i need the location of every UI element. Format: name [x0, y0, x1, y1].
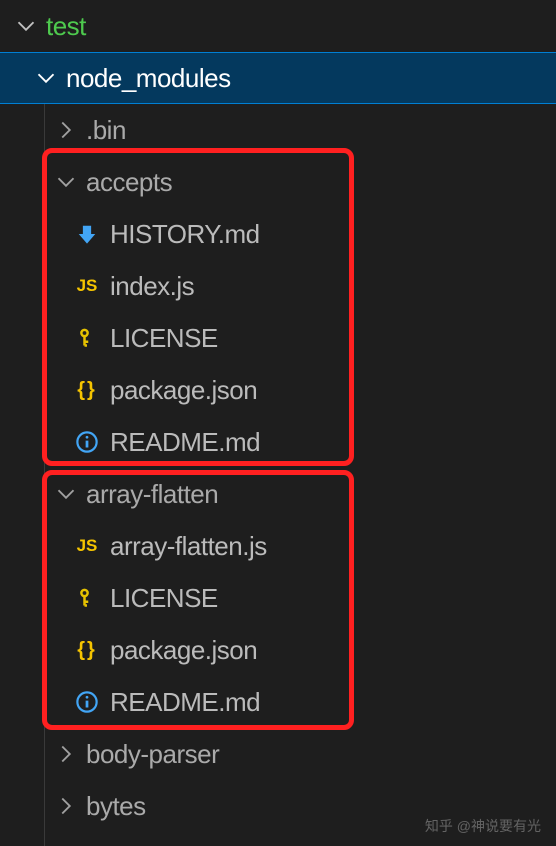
js-icon: JS [76, 535, 98, 557]
chevron-down-icon [16, 16, 36, 36]
key-icon [76, 327, 98, 349]
folder-label: .bin [86, 115, 126, 146]
file-label: package.json [110, 635, 257, 666]
folder-row-bin[interactable]: .bin [0, 104, 556, 156]
folder-label: test [46, 11, 86, 42]
file-row-array-flatten-js[interactable]: JS array-flatten.js [0, 520, 556, 572]
folder-row-test[interactable]: test [0, 0, 556, 52]
braces-icon: {} [76, 379, 98, 401]
file-row-readme[interactable]: README.md [0, 416, 556, 468]
chevron-right-icon [56, 120, 76, 140]
file-row-license-2[interactable]: LICENSE [0, 572, 556, 624]
info-icon [76, 431, 98, 453]
folder-row-array-flatten[interactable]: array-flatten [0, 468, 556, 520]
file-label: package.json [110, 375, 257, 406]
chevron-down-icon [56, 172, 76, 192]
file-row-history[interactable]: HISTORY.md [0, 208, 556, 260]
file-label: README.md [110, 427, 260, 458]
file-row-package-json[interactable]: {} package.json [0, 364, 556, 416]
folder-row-accepts[interactable]: accepts [0, 156, 556, 208]
js-icon: JS [76, 275, 98, 297]
file-label: LICENSE [110, 583, 218, 614]
file-label: HISTORY.md [110, 219, 260, 250]
key-icon [76, 587, 98, 609]
folder-row-node-modules[interactable]: node_modules [0, 52, 556, 104]
chevron-down-icon [56, 484, 76, 504]
chevron-right-icon [56, 744, 76, 764]
folder-label: node_modules [66, 63, 231, 94]
folder-label: body-parser [86, 739, 219, 770]
braces-icon: {} [76, 639, 98, 661]
folder-label: bytes [86, 791, 146, 822]
file-label: array-flatten.js [110, 531, 267, 562]
watermark-text: 知乎 @神说要有光 [425, 816, 541, 836]
file-label: index.js [110, 271, 194, 302]
folder-row-body-parser[interactable]: body-parser [0, 728, 556, 780]
file-label: LICENSE [110, 323, 218, 354]
file-row-license[interactable]: LICENSE [0, 312, 556, 364]
folder-label: array-flatten [86, 479, 218, 510]
file-label: README.md [110, 687, 260, 718]
chevron-down-icon [36, 68, 56, 88]
file-row-readme-2[interactable]: README.md [0, 676, 556, 728]
file-row-package-json-2[interactable]: {} package.json [0, 624, 556, 676]
file-row-index-js[interactable]: JS index.js [0, 260, 556, 312]
folder-label: accepts [86, 167, 172, 198]
arrow-down-icon [76, 223, 98, 245]
info-icon [76, 691, 98, 713]
chevron-right-icon [56, 796, 76, 816]
